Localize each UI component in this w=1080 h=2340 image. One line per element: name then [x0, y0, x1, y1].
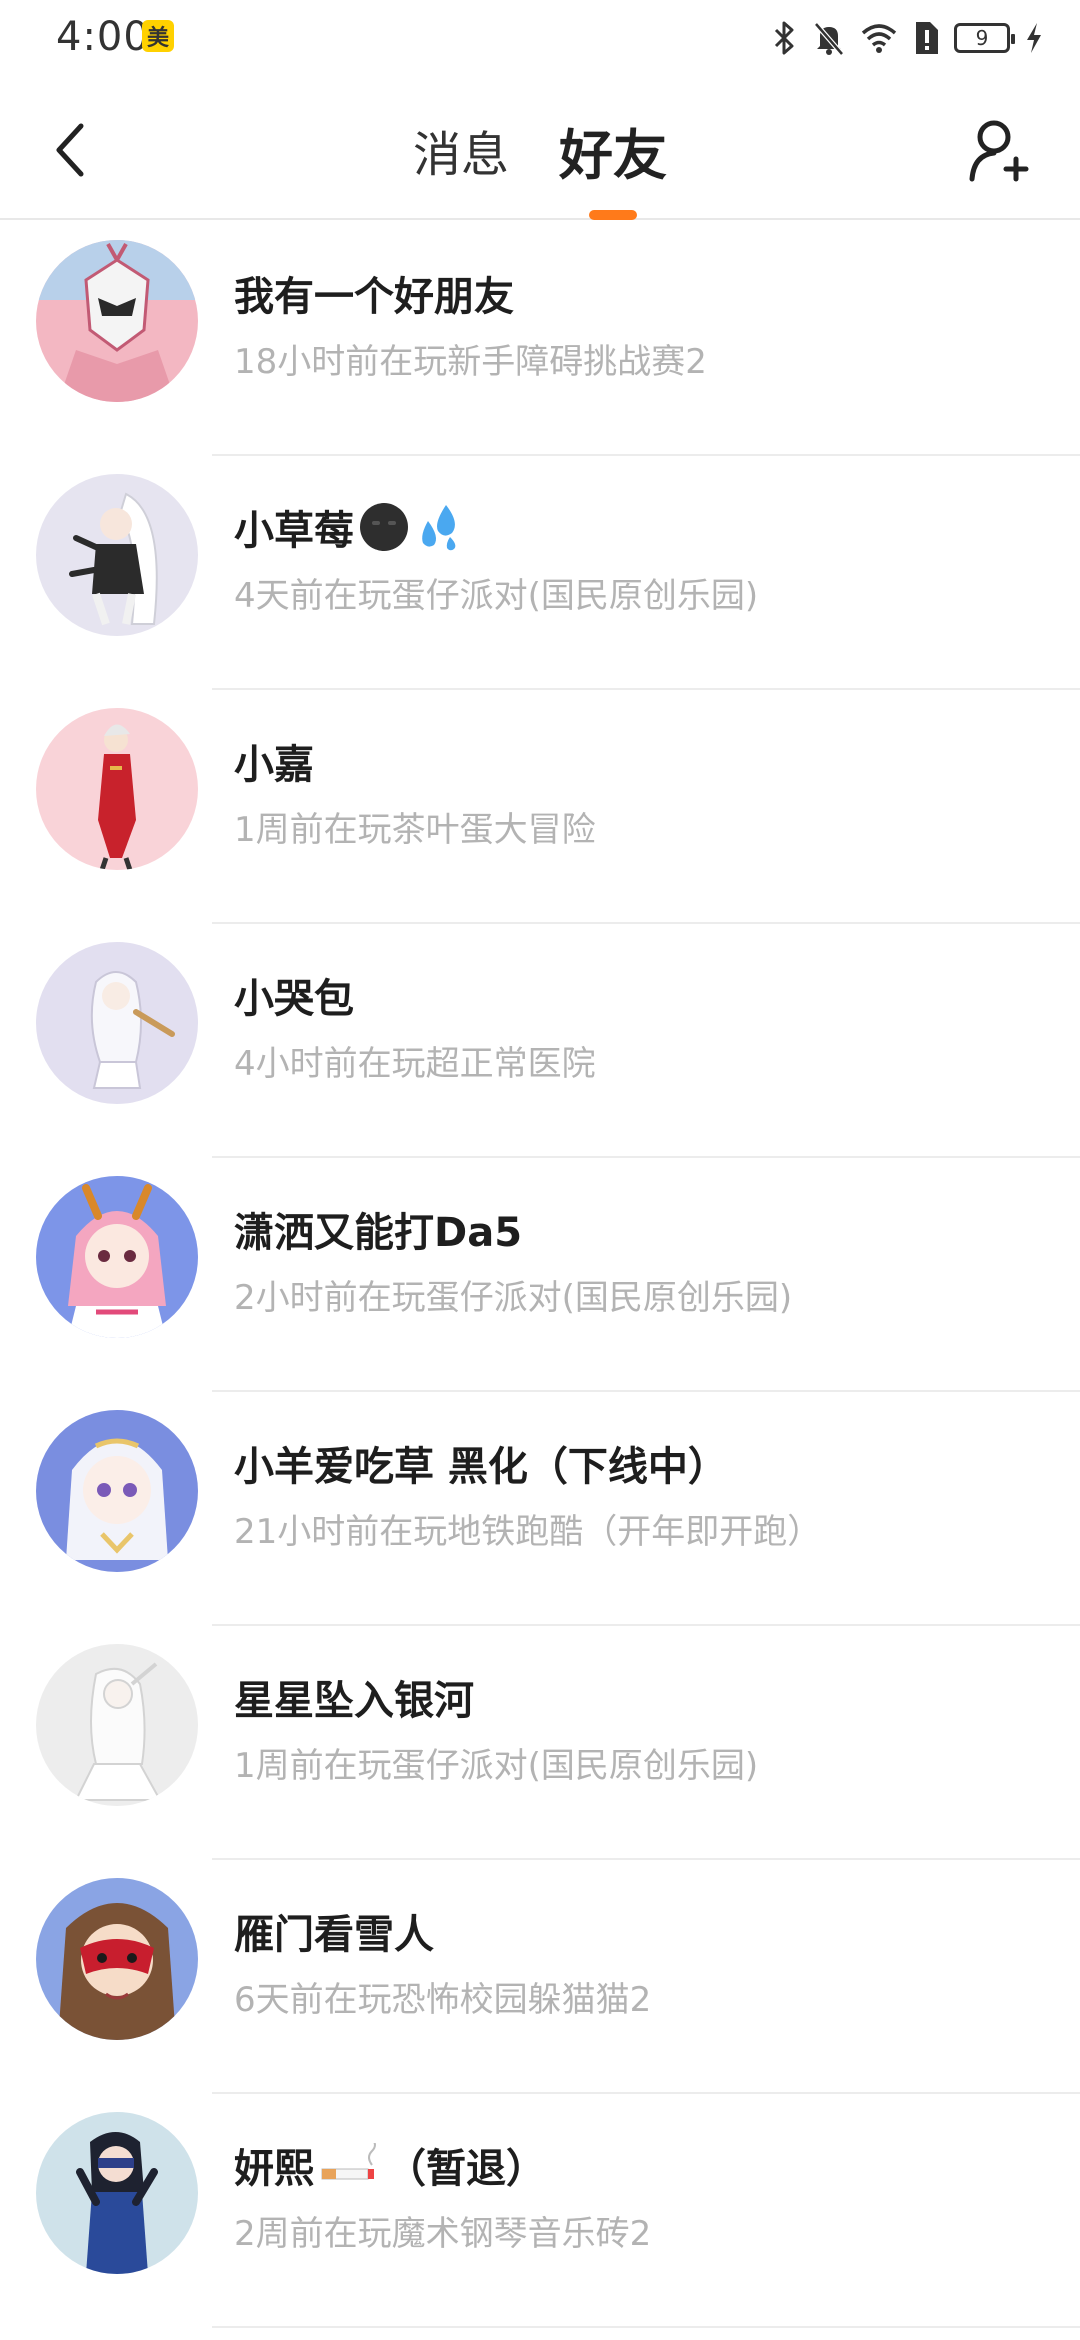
app-notification-badge: 美	[142, 20, 174, 52]
avatar-image	[36, 942, 198, 1104]
tab-friends-label: 好友	[559, 123, 667, 187]
avatar[interactable]	[36, 942, 198, 1104]
friend-name-text: 星星坠入银河	[234, 1678, 474, 1724]
sweat-droplets-emoji-icon	[422, 505, 456, 551]
friend-name-text: 小草莓	[234, 508, 354, 554]
friend-name-suffix: （暂退）	[386, 2146, 546, 2192]
avatar[interactable]	[36, 474, 198, 636]
friend-list: 我有一个好朋友 18小时前在玩新手障碍挑战赛2 小草莓 4天前在玩蛋仔派对(国民…	[0, 222, 1080, 2328]
friend-row[interactable]: 小嘉 1周前在玩茶叶蛋大冒险	[0, 690, 1080, 924]
charging-icon	[1027, 23, 1041, 53]
friend-row[interactable]: 潇洒又能打Da5 2小时前在玩蛋仔派对(国民原创乐园)	[0, 1158, 1080, 1392]
avatar-image	[36, 2112, 198, 2274]
avatar-image	[36, 474, 198, 636]
friend-name: 雁门看雪人	[234, 1902, 434, 1960]
friend-name-text: 小羊爱吃草 黑化（下线中）	[234, 1444, 728, 1490]
friend-row[interactable]: 妍熙 （暂退） 2周前在玩魔术钢琴音乐砖2	[0, 2094, 1080, 2328]
friend-status: 1周前在玩茶叶蛋大冒险	[234, 810, 596, 850]
friend-status: 21小时前在玩地铁跑酷（开年即开跑）	[234, 1512, 822, 1552]
avatar[interactable]	[36, 708, 198, 870]
cigarette-emoji-icon	[321, 2143, 376, 2180]
friend-name-text: 我有一个好朋友	[234, 274, 514, 320]
friend-name: 小嘉	[234, 732, 314, 790]
tab-messages[interactable]: 消息	[413, 80, 509, 220]
avatar-image	[36, 1176, 198, 1338]
friend-row[interactable]: 星星坠入银河 1周前在玩蛋仔派对(国民原创乐园)	[0, 1626, 1080, 1860]
friend-status: 1周前在玩蛋仔派对(国民原创乐园)	[234, 1746, 759, 1786]
bluetooth-icon	[774, 21, 794, 55]
friend-name: 妍熙 （暂退）	[234, 2136, 546, 2194]
add-user-icon	[969, 120, 1029, 182]
friend-name-text: 妍熙	[234, 2146, 314, 2192]
avatar[interactable]	[36, 1644, 198, 1806]
sim-alert-icon	[916, 22, 938, 54]
friend-row[interactable]: 小羊爱吃草 黑化（下线中） 21小时前在玩地铁跑酷（开年即开跑）	[0, 1392, 1080, 1626]
friend-row[interactable]: 我有一个好朋友 18小时前在玩新手障碍挑战赛2	[0, 222, 1080, 456]
friend-name: 星星坠入银河	[234, 1668, 474, 1726]
avatar[interactable]	[36, 1410, 198, 1572]
active-tab-indicator	[589, 210, 637, 220]
avatar-image	[36, 708, 198, 870]
status-icons: 9	[772, 16, 1044, 60]
avatar[interactable]	[36, 1878, 198, 2040]
friend-row[interactable]: 小哭包 4小时前在玩超正常医院	[0, 924, 1080, 1158]
friend-status: 2小时前在玩蛋仔派对(国民原创乐园)	[234, 1278, 793, 1318]
status-bar: 4:00 美 9	[0, 0, 1080, 80]
battery-indicator: 9	[954, 23, 1015, 53]
nav-bar: 消息 好友	[0, 80, 1080, 220]
friend-name: 我有一个好朋友	[234, 264, 514, 322]
dark-face-emoji-icon	[360, 503, 408, 551]
friend-name: 小羊爱吃草 黑化（下线中）	[234, 1434, 728, 1492]
tab-friends[interactable]: 好友	[559, 80, 667, 220]
friend-status: 4天前在玩蛋仔派对(国民原创乐园)	[234, 576, 759, 616]
friend-name: 小草莓	[234, 498, 466, 556]
friend-row[interactable]: 雁门看雪人 6天前在玩恐怖校园躲猫猫2	[0, 1860, 1080, 2094]
wifi-icon	[861, 24, 897, 53]
friend-name-text: 潇洒又能打Da5	[234, 1210, 523, 1256]
status-time: 4:00	[56, 14, 150, 60]
friend-name-text: 雁门看雪人	[234, 1912, 434, 1958]
avatar-image	[36, 240, 198, 402]
friend-name: 小哭包	[234, 966, 354, 1024]
friend-name: 潇洒又能打Da5	[234, 1200, 522, 1258]
tab-bar: 消息 好友	[0, 80, 1080, 220]
add-friend-button[interactable]	[960, 110, 1040, 190]
friend-status: 4小时前在玩超正常医院	[234, 1044, 596, 1084]
avatar-image	[36, 1410, 198, 1572]
avatar[interactable]	[36, 2112, 198, 2274]
avatar[interactable]	[36, 240, 198, 402]
avatar-image	[36, 1644, 198, 1806]
tab-messages-label: 消息	[412, 127, 509, 183]
avatar-image	[36, 1878, 198, 2040]
friend-row[interactable]: 小草莓 4天前在玩蛋仔派对(国民原创乐园)	[0, 456, 1080, 690]
bell-muted-icon	[814, 22, 844, 56]
avatar[interactable]	[36, 1176, 198, 1338]
friend-status: 2周前在玩魔术钢琴音乐砖2	[234, 2214, 652, 2254]
friend-status: 18小时前在玩新手障碍挑战赛2	[234, 342, 707, 382]
friend-status: 6天前在玩恐怖校园躲猫猫2	[234, 1980, 652, 2020]
friend-name-text: 小嘉	[234, 742, 314, 788]
battery-level: 9	[975, 26, 989, 50]
friend-name-text: 小哭包	[234, 976, 354, 1022]
